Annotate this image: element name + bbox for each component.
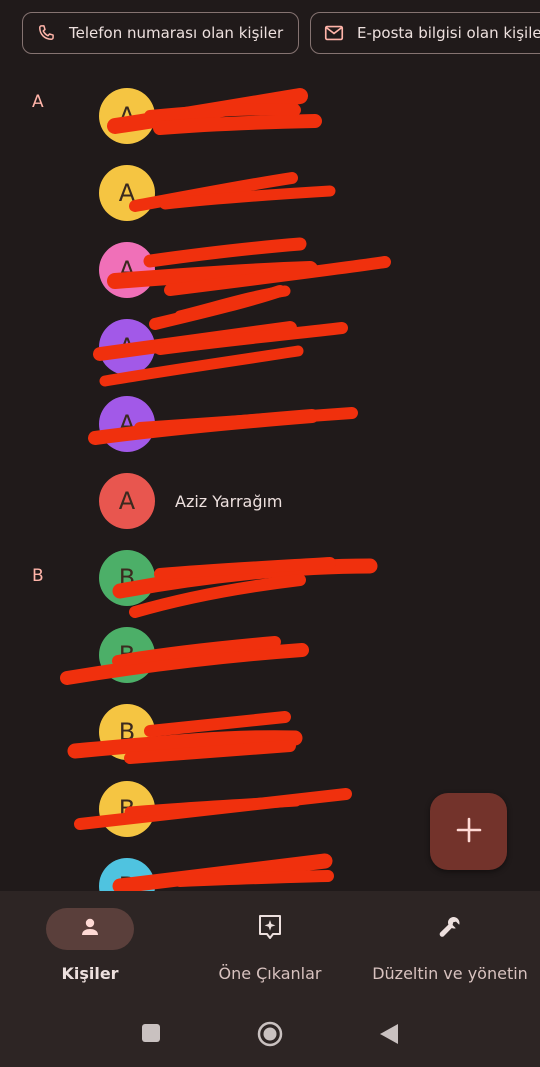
plus-icon (456, 817, 482, 847)
phone-icon (35, 22, 57, 44)
tab-manage[interactable]: Düzeltin ve yönetin (360, 891, 540, 991)
contact-row[interactable]: B (0, 543, 540, 613)
contact-name: Aziz Yarrağım (175, 492, 283, 511)
add-contact-button[interactable] (430, 793, 507, 870)
contact-avatar: B (99, 781, 155, 837)
tab-manage-indicator (406, 908, 494, 950)
sparkle-icon (257, 913, 283, 945)
contact-list: A B A A A A A A A Aziz Yarrağım B B B B … (0, 66, 540, 891)
recents-button-icon[interactable] (141, 1023, 161, 1047)
tab-highlights-label: Öne Çıkanlar (218, 964, 322, 983)
back-button-icon[interactable] (378, 1022, 400, 1050)
wrench-icon (437, 914, 463, 944)
contact-row[interactable]: A (0, 389, 540, 459)
contact-name: A (175, 107, 186, 126)
contact-avatar: B (99, 550, 155, 606)
tab-contacts-indicator (46, 908, 134, 950)
contact-avatar: A (99, 165, 155, 221)
contact-avatar: B (99, 704, 155, 760)
tab-contacts[interactable]: Kişiler (0, 891, 180, 991)
tab-manage-label: Düzeltin ve yönetin (372, 964, 528, 983)
contact-avatar: B (99, 858, 155, 891)
contact-row[interactable]: A Aziz Yarrağım (0, 466, 540, 536)
contact-avatar: B (99, 627, 155, 683)
phone-filter-label: Telefon numarası olan kişiler (69, 24, 284, 42)
tab-highlights-indicator (226, 908, 314, 950)
contact-avatar: A (99, 88, 155, 144)
contact-row[interactable]: A (0, 235, 540, 305)
tab-contacts-label: Kişiler (61, 964, 119, 983)
contact-row[interactable]: A (0, 158, 540, 228)
email-filter-chip[interactable]: E-posta bilgisi olan kişiler (310, 12, 540, 54)
phone-filter-chip[interactable]: Telefon numarası olan kişiler (22, 12, 299, 54)
mail-icon (323, 22, 345, 44)
contact-row[interactable]: B (0, 697, 540, 767)
contact-avatar: A (99, 242, 155, 298)
contact-avatar: A (99, 396, 155, 452)
system-navigation-bar (0, 991, 540, 1067)
contact-row[interactable]: A (0, 312, 540, 382)
contact-avatar: A (99, 319, 155, 375)
person-icon (78, 915, 102, 943)
contact-row[interactable]: B (0, 620, 540, 690)
filter-chips: Telefon numarası olan kişiler E-posta bi… (0, 12, 540, 58)
contact-avatar: A (99, 473, 155, 529)
email-filter-label: E-posta bilgisi olan kişiler (357, 24, 540, 42)
contact-row[interactable]: A A (0, 81, 540, 151)
home-button-icon[interactable] (257, 1021, 283, 1051)
bottom-navigation: Kişiler Öne Çıkanlar Düzeltin ve yönetin (0, 891, 540, 991)
tab-highlights[interactable]: Öne Çıkanlar (180, 891, 360, 991)
